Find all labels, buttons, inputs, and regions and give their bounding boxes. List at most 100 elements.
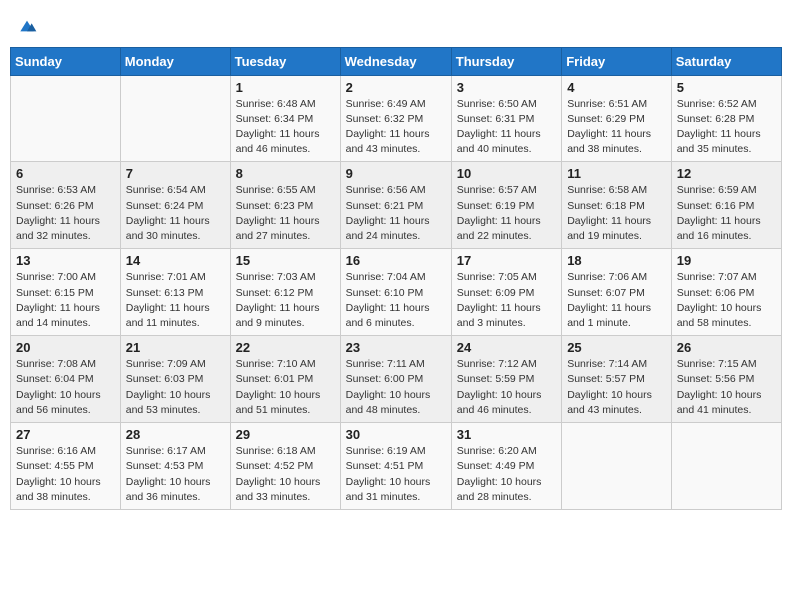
day-number: 22 xyxy=(236,340,335,355)
day-info: Sunrise: 7:03 AMSunset: 6:12 PMDaylight:… xyxy=(236,270,335,331)
day-info: Sunrise: 7:10 AMSunset: 6:01 PMDaylight:… xyxy=(236,357,335,418)
calendar-cell: 14 Sunrise: 7:01 AMSunset: 6:13 PMDayligh… xyxy=(120,249,230,336)
day-number: 14 xyxy=(126,253,225,268)
day-info: Sunrise: 6:17 AMSunset: 4:53 PMDaylight:… xyxy=(126,444,225,505)
calendar-cell: 19 Sunrise: 7:07 AMSunset: 6:06 PMDayligh… xyxy=(671,249,781,336)
day-info: Sunrise: 7:04 AMSunset: 6:10 PMDaylight:… xyxy=(346,270,446,331)
day-info: Sunrise: 7:14 AMSunset: 5:57 PMDaylight:… xyxy=(567,357,666,418)
calendar-cell: 21 Sunrise: 7:09 AMSunset: 6:03 PMDayligh… xyxy=(120,336,230,423)
calendar-cell: 17 Sunrise: 7:05 AMSunset: 6:09 PMDayligh… xyxy=(451,249,561,336)
day-info: Sunrise: 7:00 AMSunset: 6:15 PMDaylight:… xyxy=(16,270,115,331)
day-number: 8 xyxy=(236,166,335,181)
calendar-cell: 12 Sunrise: 6:59 AMSunset: 6:16 PMDayligh… xyxy=(671,162,781,249)
calendar-cell: 6 Sunrise: 6:53 AMSunset: 6:26 PMDaylight… xyxy=(11,162,121,249)
day-info: Sunrise: 6:16 AMSunset: 4:55 PMDaylight:… xyxy=(16,444,115,505)
day-number: 26 xyxy=(677,340,776,355)
weekday-header-thursday: Thursday xyxy=(451,47,561,75)
day-info: Sunrise: 6:52 AMSunset: 6:28 PMDaylight:… xyxy=(677,97,776,158)
calendar-cell: 8Sunrise: 6:55 AMSunset: 6:23 PMDaylight… xyxy=(230,162,340,249)
weekday-header-monday: Monday xyxy=(120,47,230,75)
day-info: Sunrise: 7:05 AMSunset: 6:09 PMDaylight:… xyxy=(457,270,556,331)
calendar-cell: 7 Sunrise: 6:54 AMSunset: 6:24 PMDaylight… xyxy=(120,162,230,249)
day-number: 23 xyxy=(346,340,446,355)
calendar-week-4: 20 Sunrise: 7:08 AMSunset: 6:04 PMDayligh… xyxy=(11,336,782,423)
day-number: 27 xyxy=(16,427,115,442)
day-info: Sunrise: 7:09 AMSunset: 6:03 PMDaylight:… xyxy=(126,357,225,418)
calendar-cell: 22 Sunrise: 7:10 AMSunset: 6:01 PMDayligh… xyxy=(230,336,340,423)
day-number: 5 xyxy=(677,80,776,95)
day-info: Sunrise: 6:58 AMSunset: 6:18 PMDaylight:… xyxy=(567,183,666,244)
calendar-cell xyxy=(671,423,781,510)
weekday-header-wednesday: Wednesday xyxy=(340,47,451,75)
logo-text xyxy=(15,15,37,37)
calendar-cell: 2 Sunrise: 6:49 AMSunset: 6:32 PMDaylight… xyxy=(340,75,451,162)
calendar-cell: 26Sunrise: 7:15 AMSunset: 5:56 PMDayligh… xyxy=(671,336,781,423)
calendar-cell: 9 Sunrise: 6:56 AMSunset: 6:21 PMDaylight… xyxy=(340,162,451,249)
day-number: 18 xyxy=(567,253,666,268)
day-info: Sunrise: 6:18 AMSunset: 4:52 PMDaylight:… xyxy=(236,444,335,505)
day-info: Sunrise: 6:57 AMSunset: 6:19 PMDaylight:… xyxy=(457,183,556,244)
calendar-week-3: 13 Sunrise: 7:00 AMSunset: 6:15 PMDayligh… xyxy=(11,249,782,336)
day-number: 7 xyxy=(126,166,225,181)
day-info: Sunrise: 6:51 AMSunset: 6:29 PMDaylight:… xyxy=(567,97,666,158)
calendar-cell: 25Sunrise: 7:14 AMSunset: 5:57 PMDayligh… xyxy=(562,336,672,423)
day-info: Sunrise: 7:06 AMSunset: 6:07 PMDaylight:… xyxy=(567,270,666,331)
day-number: 28 xyxy=(126,427,225,442)
day-info: Sunrise: 6:20 AMSunset: 4:49 PMDaylight:… xyxy=(457,444,556,505)
calendar-cell: 4 Sunrise: 6:51 AMSunset: 6:29 PMDaylight… xyxy=(562,75,672,162)
day-number: 20 xyxy=(16,340,115,355)
weekday-header-friday: Friday xyxy=(562,47,672,75)
day-number: 19 xyxy=(677,253,776,268)
day-info: Sunrise: 7:11 AMSunset: 6:00 PMDaylight:… xyxy=(346,357,446,418)
day-number: 6 xyxy=(16,166,115,181)
day-number: 24 xyxy=(457,340,556,355)
weekday-header-sunday: Sunday xyxy=(11,47,121,75)
calendar-week-1: 1Sunrise: 6:48 AMSunset: 6:34 PMDaylight… xyxy=(11,75,782,162)
day-number: 3 xyxy=(457,80,556,95)
day-info: Sunrise: 6:50 AMSunset: 6:31 PMDaylight:… xyxy=(457,97,556,158)
day-info: Sunrise: 6:53 AMSunset: 6:26 PMDaylight:… xyxy=(16,183,115,244)
day-info: Sunrise: 7:08 AMSunset: 6:04 PMDaylight:… xyxy=(16,357,115,418)
day-info: Sunrise: 6:49 AMSunset: 6:32 PMDaylight:… xyxy=(346,97,446,158)
day-number: 13 xyxy=(16,253,115,268)
day-info: Sunrise: 7:12 AMSunset: 5:59 PMDaylight:… xyxy=(457,357,556,418)
day-info: Sunrise: 6:54 AMSunset: 6:24 PMDaylight:… xyxy=(126,183,225,244)
day-number: 2 xyxy=(346,80,446,95)
day-number: 21 xyxy=(126,340,225,355)
calendar-week-5: 27 Sunrise: 6:16 AMSunset: 4:55 PMDayligh… xyxy=(11,423,782,510)
calendar-header-row: SundayMondayTuesdayWednesdayThursdayFrid… xyxy=(11,47,782,75)
calendar-cell: 10Sunrise: 6:57 AMSunset: 6:19 PMDayligh… xyxy=(451,162,561,249)
calendar-cell: 13 Sunrise: 7:00 AMSunset: 6:15 PMDayligh… xyxy=(11,249,121,336)
day-info: Sunrise: 7:07 AMSunset: 6:06 PMDaylight:… xyxy=(677,270,776,331)
calendar-cell xyxy=(11,75,121,162)
logo xyxy=(15,15,37,37)
day-info: Sunrise: 6:48 AMSunset: 6:34 PMDaylight:… xyxy=(236,97,335,158)
calendar-week-2: 6 Sunrise: 6:53 AMSunset: 6:26 PMDaylight… xyxy=(11,162,782,249)
calendar-cell: 20 Sunrise: 7:08 AMSunset: 6:04 PMDayligh… xyxy=(11,336,121,423)
day-number: 16 xyxy=(346,253,446,268)
calendar-cell: 11Sunrise: 6:58 AMSunset: 6:18 PMDayligh… xyxy=(562,162,672,249)
weekday-header-tuesday: Tuesday xyxy=(230,47,340,75)
day-info: Sunrise: 6:59 AMSunset: 6:16 PMDaylight:… xyxy=(677,183,776,244)
weekday-header-saturday: Saturday xyxy=(671,47,781,75)
calendar-cell xyxy=(120,75,230,162)
calendar-cell: 15Sunrise: 7:03 AMSunset: 6:12 PMDayligh… xyxy=(230,249,340,336)
day-number: 30 xyxy=(346,427,446,442)
calendar-cell: 18 Sunrise: 7:06 AMSunset: 6:07 PMDayligh… xyxy=(562,249,672,336)
calendar-table: SundayMondayTuesdayWednesdayThursdayFrid… xyxy=(10,47,782,510)
day-number: 17 xyxy=(457,253,556,268)
day-number: 9 xyxy=(346,166,446,181)
page-header xyxy=(10,10,782,37)
day-number: 12 xyxy=(677,166,776,181)
calendar-cell: 31 Sunrise: 6:20 AMSunset: 4:49 PMDayligh… xyxy=(451,423,561,510)
day-number: 4 xyxy=(567,80,666,95)
calendar-cell: 23 Sunrise: 7:11 AMSunset: 6:00 PMDayligh… xyxy=(340,336,451,423)
day-info: Sunrise: 7:01 AMSunset: 6:13 PMDaylight:… xyxy=(126,270,225,331)
day-info: Sunrise: 6:56 AMSunset: 6:21 PMDaylight:… xyxy=(346,183,446,244)
calendar-cell: 24 Sunrise: 7:12 AMSunset: 5:59 PMDayligh… xyxy=(451,336,561,423)
calendar-cell: 16 Sunrise: 7:04 AMSunset: 6:10 PMDayligh… xyxy=(340,249,451,336)
day-number: 31 xyxy=(457,427,556,442)
calendar-cell: 30Sunrise: 6:19 AMSunset: 4:51 PMDayligh… xyxy=(340,423,451,510)
calendar-cell: 1Sunrise: 6:48 AMSunset: 6:34 PMDaylight… xyxy=(230,75,340,162)
calendar-cell: 5 Sunrise: 6:52 AMSunset: 6:28 PMDaylight… xyxy=(671,75,781,162)
